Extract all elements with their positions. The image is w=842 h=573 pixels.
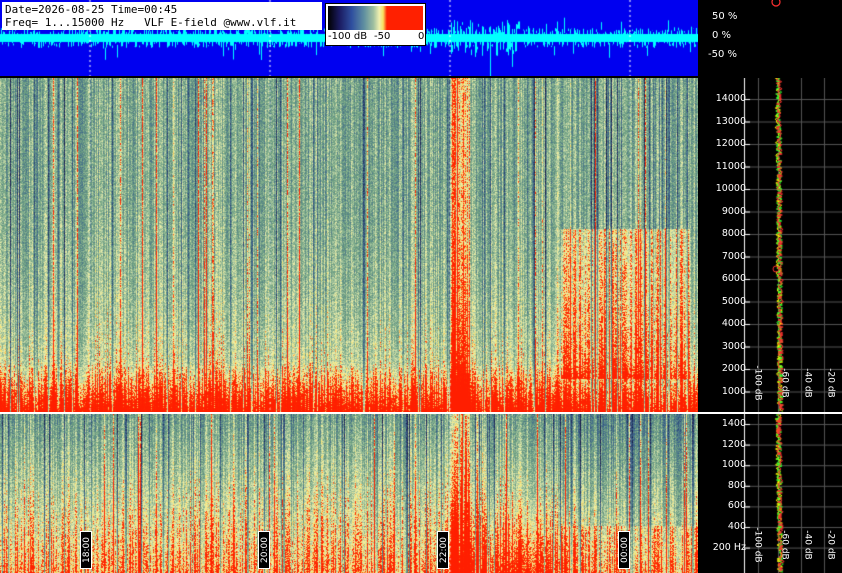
colorbar-label-mid: -50 [374,31,391,42]
frequency-tick: 1200 [721,438,746,450]
info-box: Date=2026-08-25 Time=00:45 Freq= 1...150… [2,2,322,30]
date-time-label: Date=2026-08-25 Time=00:45 [5,3,178,16]
marker-icon [771,0,781,7]
frequency-tick: 8000 [721,228,746,239]
spectrogram-image [0,78,698,412]
waveform-amplitude-axis: 50 % 0 % -50 % [698,0,842,76]
frequency-label: Freq= 1...15000 Hz VLF E-field @www.vlf.… [5,16,297,29]
amp-tick-neg50: -50 % [708,49,738,60]
frequency-tick: 3000 [721,340,746,352]
frequency-axis-top: 14000 13000 12000 11000 10000 9000 8000 7000 600… [698,78,842,412]
spectrogram-low-band: 18:00 20:00 22:00 00:00 [0,414,698,573]
frequency-tick: 14000 [715,93,746,104]
frequency-tick: 5000 [721,295,746,307]
frequency-tick: 11000 [715,160,746,172]
frequency-tick: 9000 [721,205,746,217]
color-scale-legend: -100 dB -50 0 [325,3,426,46]
time-mark-2200: 22:00 [437,531,449,569]
colorbar-label-min: -100 dB [328,31,368,42]
frequency-tick: 1000 [721,385,746,397]
frequency-tick: 2000 [721,363,746,374]
time-mark-0000: 00:00 [618,531,630,569]
color-scale-gradient [328,6,423,30]
frequency-tick: 600 [727,500,746,512]
frequency-tick: 6000 [721,273,746,284]
frequency-tick: 10000 [715,183,746,194]
frequency-tick: 200 Hz [712,541,746,553]
frequency-tick: 12000 [715,138,746,149]
frequency-tick: 4000 [721,318,746,329]
time-mark-2000: 20:00 [258,531,270,569]
spectrogram-image [0,414,698,573]
spectrogram-full-band [0,78,698,412]
frequency-tick: 800 [727,479,746,491]
frequency-tick: 1400 [721,418,746,429]
frequency-axis-bottom: 1400 1200 1000 800 600 400 200 Hz [698,414,842,573]
amp-tick-50: 50 % [712,11,738,22]
time-mark-1800: 18:00 [80,531,92,569]
frequency-tick: 7000 [721,250,746,262]
spectrum-profile [698,78,842,412]
frequency-tick: 400 [727,521,746,532]
colorbar-label-max: 0 [418,31,425,42]
frequency-tick: 13000 [715,115,746,127]
amp-tick-0: 0 % [712,30,732,41]
frequency-tick: 1000 [721,459,746,471]
